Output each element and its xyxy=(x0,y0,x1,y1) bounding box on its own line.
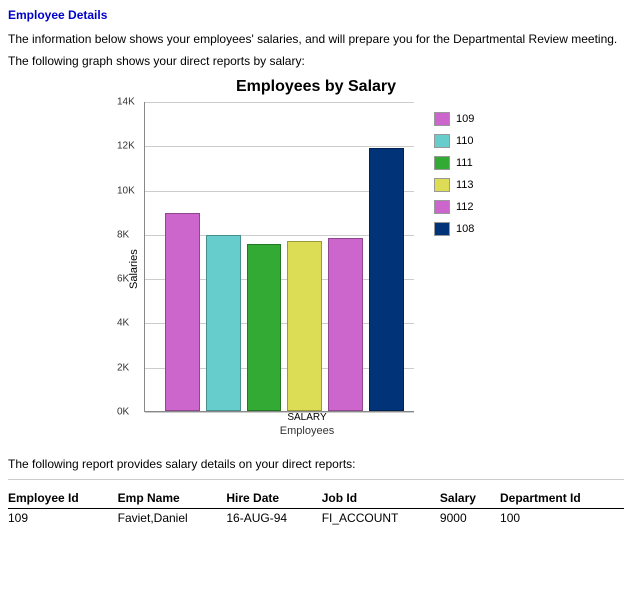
x-axis-label: SALARY xyxy=(172,412,442,423)
chart-plot: 14K12K10K8K6K4K2K0K xyxy=(144,102,414,412)
cell-employee_id: 109 xyxy=(8,509,118,528)
legend-item-108: 108 xyxy=(434,222,474,236)
legend-label-108: 108 xyxy=(456,223,474,235)
legend-swatch-108 xyxy=(434,222,450,236)
col-salary: Salary xyxy=(440,488,500,509)
bar-112 xyxy=(328,238,363,411)
bar-111 xyxy=(247,244,282,411)
chart-area: Salaries 14K12K10K8K6K4K2K0K 109 110 111 11… xyxy=(126,102,506,437)
divider xyxy=(8,479,624,480)
col-employee-id: Employee Id xyxy=(8,488,118,509)
page-title: Employee Details xyxy=(8,8,624,22)
legend-swatch-111 xyxy=(434,156,450,170)
legend-item-113: 113 xyxy=(434,178,474,192)
legend-label-110: 110 xyxy=(456,135,474,147)
col-job-id: Job Id xyxy=(322,488,440,509)
legend-label-109: 109 xyxy=(456,113,474,125)
bar-108 xyxy=(369,148,404,411)
legend-label-112: 112 xyxy=(456,201,474,213)
legend-item-110: 110 xyxy=(434,134,474,148)
chart-and-legend: 14K12K10K8K6K4K2K0K 109 110 111 113 112 108 xyxy=(144,102,506,412)
legend-item-112: 112 xyxy=(434,200,474,214)
employee-table: Employee Id Emp Name Hire Date Job Id Sa… xyxy=(8,488,624,527)
report-intro: The following report provides salary det… xyxy=(8,457,624,471)
legend-swatch-113 xyxy=(434,178,450,192)
intro-line2: The following graph shows your direct re… xyxy=(8,54,624,68)
legend-swatch-110 xyxy=(434,134,450,148)
legend-label-111: 111 xyxy=(456,157,473,169)
y-axis-label: Salaries xyxy=(126,102,144,437)
chart-inner: 14K12K10K8K6K4K2K0K 109 110 111 113 112 108 S… xyxy=(144,102,506,437)
legend-item-111: 111 xyxy=(434,156,474,170)
cell-department_id: 100 xyxy=(500,509,624,528)
intro-line1: The information below shows your employe… xyxy=(8,32,624,46)
cell-hire_date: 16-AUG-94 xyxy=(226,509,321,528)
cell-salary: 9000 xyxy=(440,509,500,528)
chart-legend: 109 110 111 113 112 108 xyxy=(434,102,474,236)
cell-emp_name: Faviet,Daniel xyxy=(118,509,227,528)
col-emp-name: Emp Name xyxy=(118,488,227,509)
table-row: 109Faviet,Daniel16-AUG-94FI_ACCOUNT90001… xyxy=(8,509,624,528)
x-employees-label: Employees xyxy=(172,425,442,437)
bar-109 xyxy=(165,213,200,411)
cell-job_id: FI_ACCOUNT xyxy=(322,509,440,528)
table-header-row: Employee Id Emp Name Hire Date Job Id Sa… xyxy=(8,488,624,509)
legend-item-109: 109 xyxy=(434,112,474,126)
legend-swatch-112 xyxy=(434,200,450,214)
legend-label-113: 113 xyxy=(456,179,474,191)
chart-title: Employees by Salary xyxy=(236,78,396,96)
legend-swatch-109 xyxy=(434,112,450,126)
bar-113 xyxy=(287,241,322,411)
chart-container: Employees by Salary Salaries 14K12K10K8K… xyxy=(8,78,624,437)
col-department-id: Department Id xyxy=(500,488,624,509)
col-hire-date: Hire Date xyxy=(226,488,321,509)
bar-110 xyxy=(206,235,241,411)
